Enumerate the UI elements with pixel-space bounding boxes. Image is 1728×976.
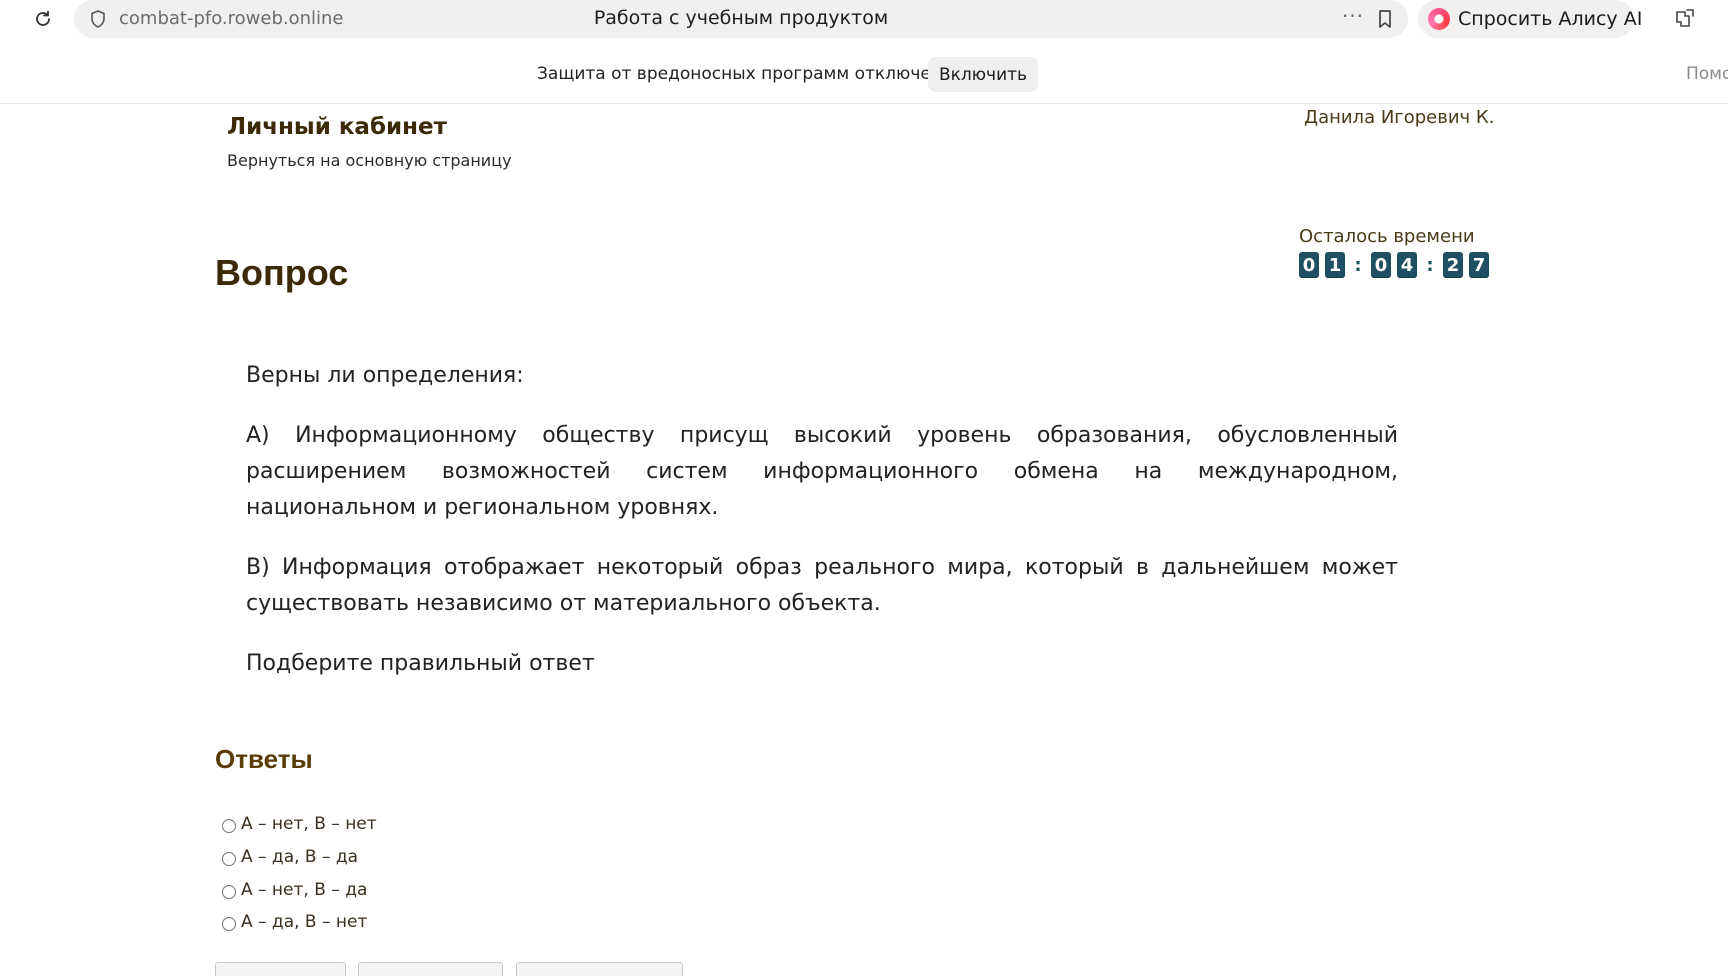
timer-digit: 2 (1443, 252, 1463, 278)
back-to-main-link[interactable]: Вернуться на основную страницу (227, 151, 512, 170)
timer-separator: : (1354, 254, 1362, 276)
cabinet-title[interactable]: Личный кабинет (227, 114, 447, 140)
countdown-timer: 0 1 : 0 4 : 2 7 (1299, 252, 1495, 278)
more-icon[interactable]: ··· (1340, 6, 1366, 31)
question-text: Верны ли определения: А) Информационному… (246, 358, 1398, 706)
answer-label[interactable]: А – нет, В – нет (241, 814, 377, 834)
nav-button[interactable] (358, 962, 503, 976)
alice-icon (1428, 8, 1450, 30)
answer-label[interactable]: А – да, В – нет (241, 912, 367, 932)
extension-icon[interactable] (1672, 6, 1698, 32)
reload-icon[interactable] (30, 6, 56, 32)
answer-label[interactable]: А – нет, В – да (241, 880, 367, 900)
timer-digit: 0 (1371, 252, 1391, 278)
timer-label: Осталось времени (1299, 226, 1475, 247)
user-name: Данила Игоревич К. (1304, 107, 1495, 128)
question-paragraph: Подберите правильный ответ (246, 651, 595, 676)
protection-warning-text: Защита от вредоносных программ отключена (537, 64, 953, 84)
enable-protection-button[interactable]: Включить (928, 57, 1038, 92)
ask-alice-label: Спросить Алису AI (1458, 8, 1643, 30)
answer-radio[interactable] (222, 852, 236, 867)
bookmark-icon[interactable] (1374, 8, 1396, 30)
protection-notification-bar: Защита от вредоносных программ отключена… (0, 38, 1728, 104)
timer-digit: 0 (1299, 252, 1319, 278)
question-paragraph: А) Информационному обществу присущ высок… (246, 423, 1398, 520)
timer-digit: 4 (1397, 252, 1417, 278)
timer-digit: 1 (1325, 252, 1345, 278)
answer-label[interactable]: А – да, В – да (241, 847, 358, 867)
browser-toolbar: combat-pfo.roweb.online Работа с учебным… (0, 0, 1728, 38)
question-heading: Вопрос (215, 252, 349, 293)
answer-option[interactable]: А – да, В – да (222, 841, 622, 874)
nav-button[interactable] (215, 962, 346, 976)
ask-alice-button[interactable]: Спросить Алису AI (1418, 0, 1642, 38)
answer-radio[interactable] (222, 819, 236, 834)
answers-list: А – нет, В – нет А – да, В – да А – нет,… (222, 808, 622, 939)
answers-heading: Ответы (215, 744, 313, 774)
answer-option[interactable]: А – да, В – нет (222, 906, 622, 939)
timer-separator: : (1426, 254, 1434, 276)
answer-radio[interactable] (222, 884, 236, 899)
timer-digit: 7 (1469, 252, 1489, 278)
bottom-button-row (0, 962, 1728, 976)
help-link[interactable]: Помо (1686, 64, 1728, 84)
question-paragraph: Верны ли определения: (246, 363, 524, 388)
answer-option[interactable]: А – нет, В – да (222, 873, 622, 906)
page-title-text: Работа с учебным продуктом (593, 7, 889, 29)
answer-radio[interactable] (222, 917, 236, 932)
address-bar[interactable]: combat-pfo.roweb.online Работа с учебным… (74, 0, 1408, 38)
answer-option[interactable]: А – нет, В – нет (222, 808, 622, 841)
question-paragraph: В) Информация отображает некоторый образ… (246, 555, 1398, 616)
nav-button[interactable] (516, 962, 683, 976)
